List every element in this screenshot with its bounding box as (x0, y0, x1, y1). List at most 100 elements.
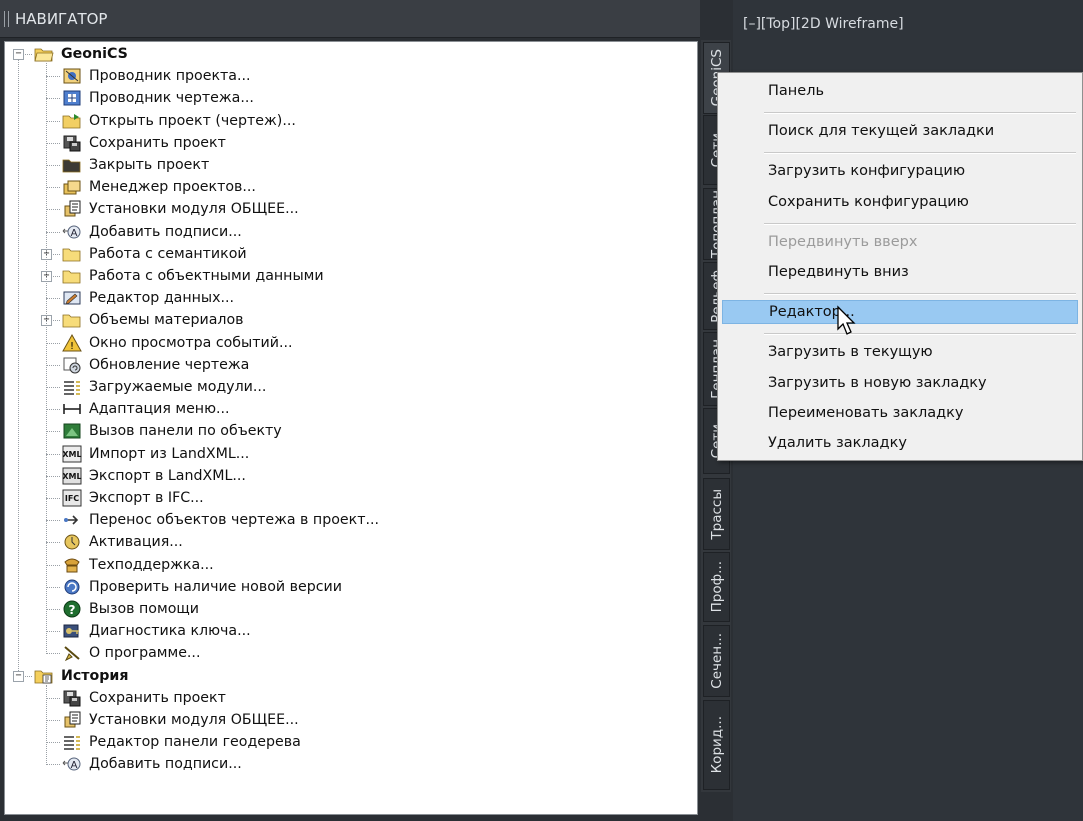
tree-node[interactable]: Работа с объектными данными (61, 265, 324, 287)
save-icon (61, 688, 83, 708)
tree-node-label: Окно просмотра событий... (89, 334, 293, 351)
tree-node[interactable]: Редактор данных... (61, 287, 234, 309)
tree-node-label: Экспорт в LandXML... (89, 467, 246, 484)
tree-node-label: Менеджер проектов... (89, 179, 256, 196)
tree-node[interactable]: ? Вызов помощи (61, 598, 199, 620)
tree-node[interactable]: Проводник чертежа... (61, 87, 254, 109)
collapse-icon[interactable]: − (13, 670, 24, 682)
tree-node[interactable]: Установки модуля ОБЩЕЕ... (61, 198, 299, 220)
tree-node-label: Проверить наличие новой версии (89, 578, 342, 595)
tree-node-label: GeoniCS (61, 46, 128, 62)
navigator-title: НАВИГАТОР (15, 9, 108, 28)
tree-node[interactable]: ! Окно просмотра событий... (61, 332, 293, 354)
menu-item[interactable]: Сохранить конфигурацию (722, 190, 1078, 214)
tree-node[interactable]: Работа с семантикой (61, 243, 247, 265)
tree-node-label: Активация... (89, 534, 183, 551)
tree-node[interactable]: Техподдержка... (61, 554, 214, 576)
menu-item[interactable]: Удалить закладку (722, 431, 1078, 455)
tree-connector (46, 387, 60, 388)
tree-connector (46, 142, 60, 144)
tree-node-label: Вызов помощи (89, 601, 199, 617)
activation-icon (61, 532, 83, 552)
menu-item[interactable]: Загрузить конфигурацию (722, 159, 1078, 183)
tree-node[interactable]: История (33, 665, 128, 687)
vertical-tab[interactable]: Сечен... (703, 625, 730, 697)
tree-node[interactable]: Закрыть проект (61, 154, 209, 176)
tree-node[interactable]: Адаптация меню... (61, 398, 230, 420)
menu-item[interactable]: Редактор... (722, 300, 1078, 325)
viewport-controls-label[interactable]: [–][Top][2D Wireframe] (743, 16, 904, 32)
vertical-tab[interactable]: Корид... (703, 700, 730, 790)
tree-node[interactable]: Обновление чертежа (61, 354, 249, 376)
svg-text:IFC: IFC (65, 494, 79, 503)
tree-connector (46, 409, 60, 411)
save-icon (61, 133, 83, 153)
tree-node[interactable]: Загружаемые модули... (61, 376, 266, 398)
mouse-cursor-icon (837, 305, 856, 335)
svg-text:!: ! (70, 341, 74, 352)
tree-node[interactable]: A Добавить подписи... (61, 221, 242, 243)
tree-node-label: Диагностика ключа... (89, 623, 251, 640)
tree-node-label: Сохранить проект (89, 134, 226, 151)
tree-node[interactable]: GeoniCS (33, 43, 128, 65)
tree-node[interactable]: IFC Экспорт в IFC... (61, 487, 204, 509)
folder-icon (61, 244, 83, 264)
tree-node-label: Редактор панели геодерева (89, 734, 301, 751)
tree-node[interactable]: XML Экспорт в LandXML... (61, 465, 246, 487)
tree-connector (46, 342, 60, 344)
tree-node[interactable]: Объемы материалов (61, 309, 244, 331)
tree-node[interactable]: Редактор панели геодерева (61, 731, 301, 753)
tree-node-label: О программе... (89, 645, 201, 662)
tree-node[interactable]: Вызов панели по объекту (61, 420, 282, 442)
tree-connector (46, 209, 60, 211)
tree-node[interactable]: Открыть проект (чертеж)... (61, 110, 296, 132)
vertical-tab[interactable]: Трассы (703, 478, 730, 550)
folder-icon (61, 266, 83, 286)
tree-node[interactable]: Сохранить проект (61, 687, 226, 709)
tree-connector (46, 697, 60, 699)
menu-item[interactable]: Загрузить в новую закладку (722, 371, 1078, 395)
tree-node[interactable]: Активация... (61, 531, 183, 553)
project-manager-icon (61, 177, 83, 197)
menu-item[interactable]: Передвинуть вниз (722, 260, 1078, 284)
drag-grip-icon[interactable] (4, 10, 9, 27)
tree-node[interactable]: Проверить наличие новой версии (61, 576, 342, 598)
menu-separator (764, 333, 1076, 336)
tree-node-label: Редактор данных... (89, 290, 234, 307)
tree-node[interactable]: Диагностика ключа... (61, 620, 251, 642)
tree-node-label: Проводник проекта... (89, 68, 251, 85)
menu-item[interactable]: Поиск для текущей закладки (722, 119, 1078, 143)
menu-item[interactable]: Панель (722, 79, 1078, 103)
folder-open-icon (33, 44, 55, 64)
tree-node[interactable]: Перенос объектов чертежа в проект... (61, 509, 379, 531)
key-diagnostics-icon (61, 621, 83, 641)
menu-item[interactable]: Загрузить в текущую (722, 340, 1078, 364)
navigator-tree[interactable]: GeoniCS − Проводник проекта... Проводник че… (4, 41, 698, 815)
tree-node[interactable]: Проводник проекта... (61, 65, 251, 87)
tree-connector (18, 59, 19, 671)
tree-connector (46, 63, 47, 655)
tree-node-label: Закрыть проект (89, 157, 210, 173)
tree-node[interactable]: A Добавить подписи... (61, 753, 242, 775)
tree-connector (46, 631, 60, 633)
tree-connector (46, 542, 60, 544)
tree-node-label: Проводник чертежа... (89, 90, 254, 107)
tree-node[interactable]: Сохранить проект (61, 132, 226, 154)
tree-node[interactable]: XML Импорт из LandXML... (61, 443, 249, 465)
tree-node[interactable]: Установки модуля ОБЩЕЕ... (61, 709, 299, 731)
panel-call-icon (61, 421, 83, 441)
tree-connector (46, 231, 60, 233)
xml-import-icon: XML (61, 444, 83, 464)
close-folder-icon (61, 155, 83, 175)
menu-item[interactable]: Переименовать закладку (722, 401, 1078, 425)
vertical-tab[interactable]: Проф... (703, 552, 730, 622)
tree-node[interactable]: Менеджер проектов... (61, 176, 256, 198)
list-icon (61, 377, 83, 397)
tree-node[interactable]: О программе... (61, 642, 200, 664)
tree-node-label: Объемы материалов (89, 312, 244, 329)
tree-node-label: Вызов панели по объекту (89, 423, 282, 440)
tree-connector (46, 431, 60, 433)
context-menu: Панель Поиск для текущей закладки Загрузит… (717, 72, 1083, 461)
vertical-tab-label: Корид... (708, 716, 725, 774)
tree-node-label: Обновление чертежа (89, 356, 250, 373)
